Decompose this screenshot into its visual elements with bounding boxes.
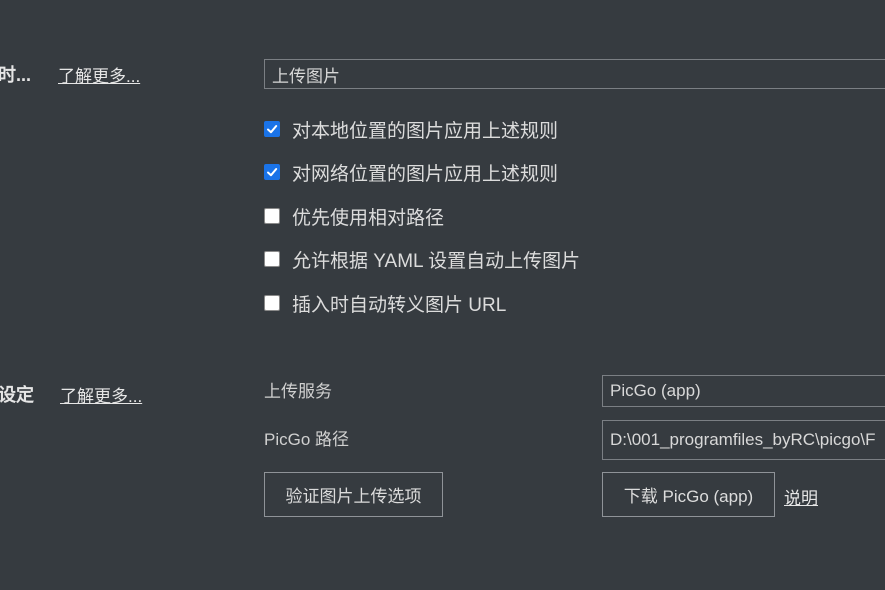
upload-settings-learn-more-link[interactable]: 了解更多... [60, 382, 142, 407]
upload-service-value: PicGo (app) [610, 381, 701, 400]
insert-image-learn-more-link[interactable]: 了解更多... [58, 62, 140, 87]
download-picgo-button[interactable]: 下载 PicGo (app) [602, 472, 775, 517]
preferences-image-panel: 时... 了解更多... 上传图片 对本地位置的图片应用上述规则 对网络位置的图… [0, 0, 885, 590]
upload-service-label: 上传服务 [264, 382, 332, 401]
checkbox-unchecked-icon[interactable] [264, 295, 280, 311]
checkbox-label: 对本地位置的图片应用上述规则 [292, 120, 559, 142]
upload-service-select[interactable]: PicGo (app) [602, 375, 885, 407]
checkbox-label: 对网络位置的图片应用上述规则 [292, 163, 559, 185]
insert-image-action-value: 上传图片 [272, 66, 340, 86]
picgo-path-label: PicGo 路径 [264, 430, 350, 449]
verify-upload-button[interactable]: 验证图片上传选项 [264, 472, 443, 517]
checkbox-label: 优先使用相对路径 [292, 207, 445, 229]
checkbox-checked-icon[interactable] [264, 164, 280, 180]
checkbox-escape-url[interactable]: 插入时自动转义图片 URL [264, 291, 507, 316]
picgo-path-value: D:\001_programfiles_byRC\picgo\F [610, 430, 876, 449]
checkbox-checked-icon[interactable] [264, 121, 280, 137]
checkbox-prefer-relative-path[interactable]: 优先使用相对路径 [264, 204, 445, 229]
insert-image-section-label: 时... [0, 65, 32, 85]
checkbox-label: 允许根据 YAML 设置自动上传图片 [292, 250, 581, 272]
upload-settings-section-label: 设定 [0, 385, 34, 405]
checkbox-unchecked-icon[interactable] [264, 251, 280, 267]
picgo-path-input[interactable]: D:\001_programfiles_byRC\picgo\F [602, 420, 885, 460]
help-link[interactable]: 说明 [784, 484, 818, 509]
insert-image-action-select[interactable]: 上传图片 [264, 59, 885, 89]
checkbox-apply-network[interactable]: 对网络位置的图片应用上述规则 [264, 160, 559, 185]
checkbox-yaml-auto-upload[interactable]: 允许根据 YAML 设置自动上传图片 [264, 247, 581, 272]
checkbox-unchecked-icon[interactable] [264, 208, 280, 224]
checkbox-apply-local[interactable]: 对本地位置的图片应用上述规则 [264, 117, 559, 142]
checkbox-label: 插入时自动转义图片 URL [292, 294, 507, 316]
